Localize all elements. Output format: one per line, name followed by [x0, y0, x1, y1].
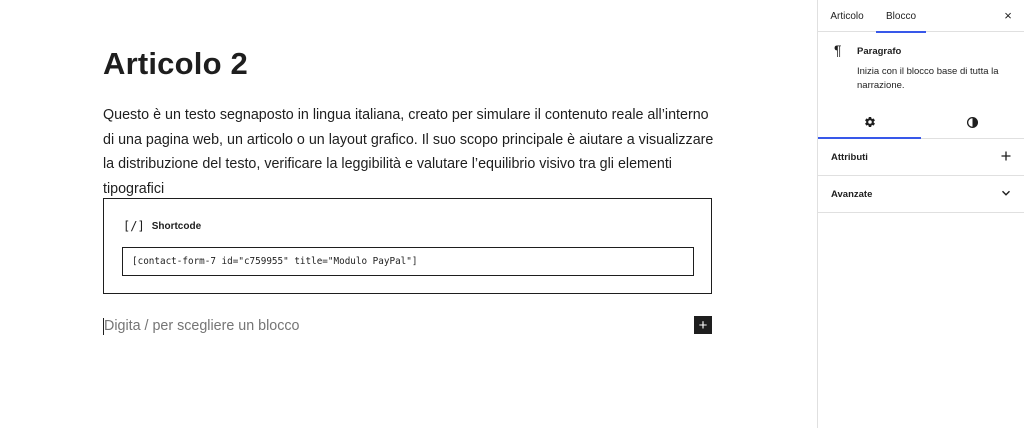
- gear-icon: [864, 117, 875, 128]
- add-block-button[interactable]: +: [694, 316, 712, 334]
- paragraph-block[interactable]: Questo è un testo segnaposto in lingua i…: [103, 103, 723, 201]
- expand-avanzate-button[interactable]: [998, 185, 1014, 201]
- shortcode-input[interactable]: [contact-form-7 id="c759955" title="Modu…: [122, 247, 694, 276]
- expand-attributi-button[interactable]: [998, 148, 1014, 164]
- tab-settings[interactable]: [818, 105, 921, 139]
- shortcode-icon: [/]: [123, 219, 145, 233]
- shortcode-block[interactable]: [/] Shortcode [contact-form-7 id="c75995…: [103, 198, 712, 294]
- panel-attributi[interactable]: Attributi: [818, 139, 1024, 176]
- tab-articolo[interactable]: Articolo: [818, 0, 876, 32]
- block-card: ¶ Paragrafo Inizia con il blocco base di…: [818, 33, 1024, 139]
- close-sidebar-button[interactable]: ×: [1000, 7, 1016, 23]
- settings-sidebar: Articolo Blocco × ¶ Paragrafo Inizia con…: [817, 0, 1024, 428]
- plus-icon: [1001, 151, 1011, 161]
- chevron-down-icon: [1002, 190, 1010, 196]
- post-title[interactable]: Articolo 2: [103, 46, 248, 82]
- default-block-appender[interactable]: Digita / per scegliere un blocco +: [103, 316, 712, 336]
- block-card-description: Inizia con il blocco base di tutta la na…: [857, 66, 999, 91]
- tab-styles[interactable]: [921, 105, 1024, 139]
- tab-blocco[interactable]: Blocco: [876, 0, 926, 33]
- shortcode-label: Shortcode: [151, 220, 202, 232]
- close-icon: ×: [1004, 7, 1012, 23]
- sidebar-tabs: Articolo Blocco ×: [818, 0, 1024, 33]
- appender-placeholder[interactable]: Digita / per scegliere un blocco: [104, 318, 300, 334]
- half-circle-styles-icon: [966, 116, 979, 128]
- panel-avanzate[interactable]: Avanzate: [818, 176, 1024, 213]
- editor-canvas: Articolo 2 Questo è un testo segnaposto …: [0, 0, 817, 428]
- panel-avanzate-label: Avanzate: [831, 189, 873, 200]
- panel-attributi-label: Attributi: [831, 152, 868, 163]
- inspector-sub-tabs: [818, 105, 1024, 139]
- shortcode-header: [/] Shortcode: [123, 219, 201, 233]
- block-card-title: Paragrafo: [857, 46, 902, 57]
- paragraph-icon: ¶: [834, 42, 842, 58]
